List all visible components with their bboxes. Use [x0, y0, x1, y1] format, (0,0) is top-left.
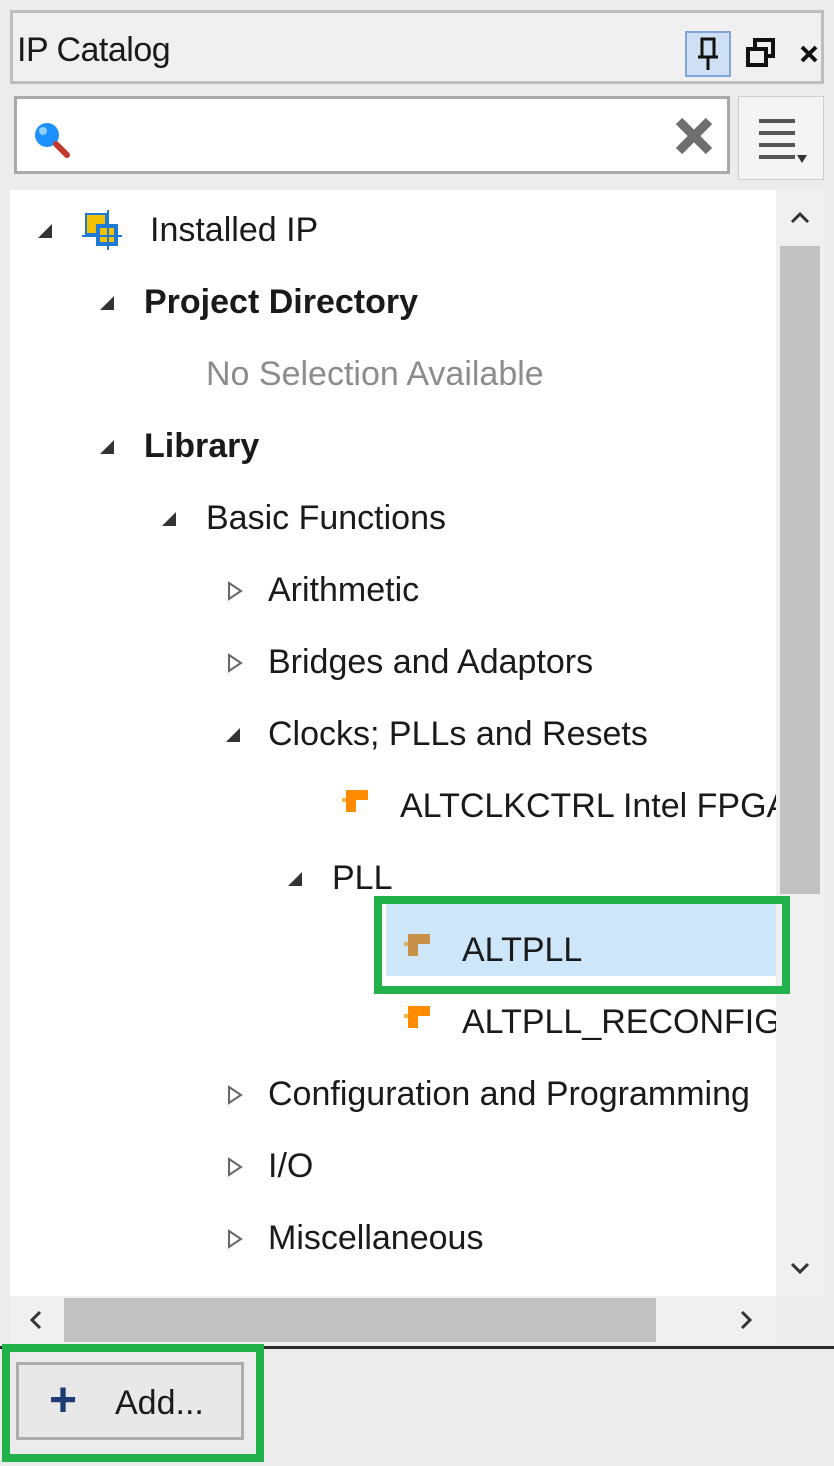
- scroll-down-icon[interactable]: [784, 1252, 816, 1284]
- tree-node-altpll-reconfig[interactable]: ALTPLL_RECONFIG: [10, 992, 776, 1052]
- collapse-arrow-icon: [38, 224, 52, 238]
- ip-core-icon: [404, 934, 430, 956]
- tree-label: ALTCLKCTRL Intel FPGA IP: [400, 787, 776, 825]
- add-button-label: Add...: [115, 1384, 204, 1422]
- tree-node-library[interactable]: Library: [10, 416, 776, 476]
- catalog-menu-button[interactable]: [738, 96, 824, 180]
- expand-arrow-icon: [228, 1229, 243, 1249]
- expand-arrow-icon: [228, 1085, 243, 1105]
- collapse-arrow-icon: [226, 728, 240, 742]
- scroll-up-icon[interactable]: [784, 202, 816, 234]
- tree-node-io[interactable]: I/O: [10, 1136, 776, 1196]
- close-button[interactable]: [795, 35, 823, 71]
- tree-label: ALTPLL: [462, 931, 583, 969]
- tree-node-installed-ip[interactable]: Installed IP: [10, 200, 776, 260]
- ip-tree: Installed IP Project Directory No Select…: [10, 190, 776, 1296]
- tree-label: Library: [144, 427, 260, 465]
- ip-core-icon: [342, 790, 368, 812]
- collapse-arrow-icon: [100, 440, 114, 454]
- vertical-scroll-thumb[interactable]: [780, 246, 820, 894]
- horizontal-scroll-thumb[interactable]: [64, 1298, 656, 1342]
- tree-node-project-directory[interactable]: Project Directory: [10, 272, 776, 332]
- expand-arrow-icon: [228, 1157, 243, 1177]
- tree-node-altpll[interactable]: ALTPLL: [10, 920, 776, 980]
- tree-empty-message: No Selection Available: [10, 344, 776, 404]
- tree-label: Miscellaneous: [268, 1219, 484, 1257]
- add-button[interactable]: + Add...: [16, 1362, 244, 1440]
- installed-ip-icon: [82, 210, 122, 250]
- close-icon: [800, 45, 818, 63]
- tree-label: Arithmetic: [268, 571, 420, 609]
- collapse-arrow-icon: [288, 872, 302, 886]
- search-field[interactable]: [14, 96, 730, 174]
- expand-arrow-icon: [228, 581, 243, 601]
- tree-node-clocks-plls-resets[interactable]: Clocks; PLLs and Resets: [10, 704, 776, 764]
- clear-icon: [675, 117, 713, 155]
- search-icon: [35, 123, 70, 158]
- tree-label: Bridges and Adaptors: [268, 643, 594, 681]
- collapse-arrow-icon: [162, 512, 176, 526]
- tree-label: Basic Functions: [206, 499, 446, 537]
- tree-node-bridges-and-adaptors[interactable]: Bridges and Adaptors: [10, 632, 776, 692]
- ip-core-icon: [404, 1006, 430, 1028]
- horizontal-scrollbar[interactable]: [10, 1296, 776, 1344]
- scroll-left-icon[interactable]: [20, 1304, 52, 1336]
- panel-title: IP Catalog: [17, 31, 171, 69]
- tree-label: Configuration and Programming: [268, 1075, 750, 1113]
- tree-node-pll[interactable]: PLL: [10, 848, 776, 908]
- panel-title-bar: IP Catalog: [10, 10, 824, 84]
- hamburger-menu-icon: [759, 119, 807, 163]
- tree-node-configuration-programming[interactable]: Configuration and Programming: [10, 1064, 776, 1124]
- vertical-scrollbar[interactable]: [776, 190, 824, 1296]
- tree-node-basic-functions[interactable]: Basic Functions: [10, 488, 776, 548]
- plus-icon: +: [49, 1374, 78, 1427]
- pin-button[interactable]: [685, 31, 731, 77]
- tree-node-arithmetic[interactable]: Arithmetic: [10, 560, 776, 620]
- pin-icon: [698, 37, 718, 70]
- expand-arrow-icon: [228, 653, 243, 673]
- tree-node-altclkctrl[interactable]: ALTCLKCTRL Intel FPGA IP: [10, 776, 776, 836]
- tree-node-miscellaneous[interactable]: Miscellaneous: [10, 1208, 776, 1268]
- tree-label: No Selection Available: [206, 355, 544, 393]
- tree-label: Project Directory: [144, 283, 418, 321]
- float-button[interactable]: [743, 35, 779, 71]
- tree-label: Installed IP: [150, 211, 319, 249]
- tree-label: I/O: [268, 1147, 314, 1185]
- restore-window-icon: [746, 38, 775, 67]
- tree-label: ALTPLL_RECONFIG: [462, 1003, 776, 1041]
- tree-label: PLL: [332, 859, 393, 897]
- clear-search-button[interactable]: [669, 111, 719, 161]
- scroll-right-icon[interactable]: [730, 1304, 762, 1336]
- collapse-arrow-icon: [100, 296, 114, 310]
- tree-label: Clocks; PLLs and Resets: [268, 715, 648, 753]
